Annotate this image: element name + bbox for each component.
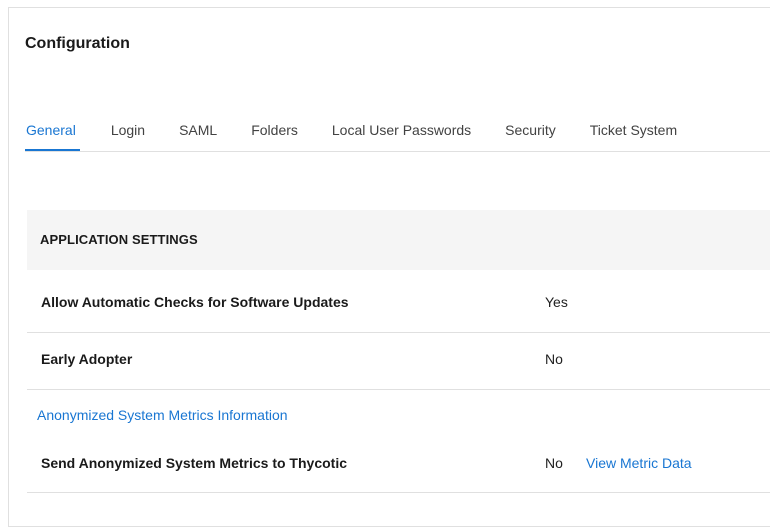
setting-row-early-adopter: Early Adopter No — [27, 333, 770, 390]
tab-saml[interactable]: SAML — [179, 121, 217, 151]
setting-label: Allow Automatic Checks for Software Upda… — [41, 294, 349, 310]
setting-value[interactable]: Yes — [545, 294, 568, 310]
setting-label: Early Adopter — [41, 351, 133, 367]
tab-folders[interactable]: Folders — [251, 121, 298, 151]
setting-label: Send Anonymized System Metrics to Thycot… — [41, 455, 347, 471]
page-title: Configuration — [25, 35, 130, 52]
tab-login[interactable]: Login — [111, 121, 145, 151]
section-header-label: APPLICATION SETTINGS — [40, 232, 198, 247]
anonymized-metrics-info-link[interactable]: Anonymized System Metrics Information — [37, 407, 288, 423]
tab-bar: General Login SAML Folders Local User Pa… — [25, 121, 770, 152]
view-metric-data-link[interactable]: View Metric Data — [586, 455, 692, 471]
setting-row-software-updates: Allow Automatic Checks for Software Upda… — [27, 270, 770, 333]
tab-general[interactable]: General — [25, 121, 80, 151]
application-settings-header: APPLICATION SETTINGS — [27, 210, 770, 270]
setting-value[interactable]: No — [545, 351, 563, 367]
tab-local-user-passwords[interactable]: Local User Passwords — [332, 121, 471, 151]
tab-ticket-system[interactable]: Ticket System — [590, 121, 677, 151]
setting-value[interactable]: No — [545, 455, 563, 471]
setting-row-send-metrics: Send Anonymized System Metrics to Thycot… — [27, 438, 770, 493]
tab-security[interactable]: Security — [505, 121, 556, 151]
